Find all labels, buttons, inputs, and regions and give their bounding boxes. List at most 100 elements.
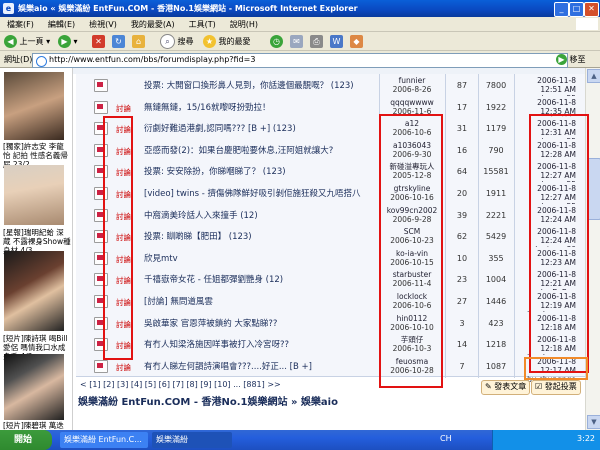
column-divider [514, 203, 515, 227]
column-divider [514, 95, 515, 119]
thread-row[interactable]: 討論 無鏈無鏈，15/16就嚟呀扮勁拉！ qqqqwwww 2006-11-6 17 19… [76, 95, 585, 125]
post-poll-button[interactable]: ☑ 發起投票 [531, 380, 581, 395]
thread-title[interactable]: 衍劇好難過港劇,認同嗎??? [B +] (123) [144, 122, 379, 134]
column-divider [478, 354, 479, 378]
column-divider [514, 138, 515, 162]
thread-title[interactable]: 千禧嶽帝女花 - 任姐都彈劉艷身 (12) [144, 273, 379, 285]
minimize-button[interactable]: _ [554, 2, 569, 17]
column-divider [514, 117, 515, 141]
thread-title[interactable]: [video] twins - 擠傷佛隊鮮好吸引剝佢施狂殺又九唔搭八 [144, 187, 379, 199]
menu-file[interactable]: 檔案(F) [0, 17, 41, 31]
view-count: 355 [488, 253, 504, 263]
sidebar-caption-4[interactable]: [短片]陳碧琪 萬迭 樂基 見 聽從別人 19/5 [3, 421, 71, 430]
sidebar-photo-4[interactable] [4, 354, 64, 420]
start-button[interactable]: 開始 [0, 430, 52, 450]
edit-icon: W [330, 35, 343, 48]
thread-row[interactable]: 討論 投票: 安安除扮，你睇嗰睇了？ (123) 新碰溢專玩人 2005-12-8 64… [76, 160, 585, 189]
thread-tag[interactable]: 討論 [116, 103, 131, 114]
thread-title[interactable]: 無鏈無鏈，15/16就嚟呀扮勁拉！ [144, 101, 379, 113]
thread-row[interactable]: 討論 有冇人知梁洛施因咩事被打入冷宮呀?? 芋頭仔 2006-10-3 14 1218 20… [76, 333, 585, 362]
reply-count: 87 [456, 81, 468, 90]
favorites-label: 我的最愛 [218, 37, 251, 46]
column-divider [478, 203, 479, 227]
language-indicator[interactable]: CH [440, 434, 452, 443]
print-button[interactable]: ⎙ [310, 34, 323, 49]
favorites-button[interactable]: ★ 我的最愛 [203, 34, 251, 49]
post-thread-button[interactable]: ✎ 發表文章 [481, 380, 531, 395]
menu-bar: 檔案(F) 編輯(E) 檢視(V) 我的最愛(A) 工具(T) 說明(H) [0, 17, 600, 32]
thread-title[interactable]: 吳啟華家 官恩萍被鎖約 大家點睇?? [144, 317, 379, 329]
view-count: 2221 [485, 210, 507, 220]
menu-favorites[interactable]: 我的最愛(A) [124, 17, 182, 31]
thread-title[interactable]: 有冇人知梁洛施因咩事被打入冷宮呀?? [144, 338, 379, 350]
address-url: http://www.entfun.com/bbs/forumdisplay.p… [49, 55, 256, 64]
thread-row[interactable]: 討論 亞感而發(2)：如果台慶肥啦要休息,汪阿姐就讓大? a1036043 2006-… [76, 138, 585, 168]
thread-title[interactable]: 投票: 大開窗口換形鼻人見到，你話邊個最靚嘅？ (123) [144, 79, 379, 91]
column-divider [478, 311, 479, 335]
thread-row[interactable]: 討論 中窩滴美玲話人入來撞手 (12) kov99cn2002 2006-9-28 39… [76, 203, 585, 233]
sidebar-photo-2[interactable] [4, 165, 64, 225]
sidebar: [獨家]許志安 李龍怡 記拍 性感名義帰屁 23/2 [星報]瑞明紀蛤 深蔵 不… [0, 68, 73, 430]
menu-view[interactable]: 檢視(V) [82, 17, 124, 31]
view-count: 1087 [485, 361, 507, 371]
menu-edit[interactable]: 編輯(E) [41, 17, 82, 31]
author-name[interactable]: funnier [399, 76, 426, 85]
thread-title[interactable]: 投票: 安安除扮，你睇嗰睇了？ (123) [144, 165, 379, 177]
edit-button[interactable]: W [330, 34, 343, 49]
discuss-button[interactable]: ◆ [350, 34, 363, 49]
thread-row[interactable]: 討論 衍劇好難過港劇,認同嗎??? [B +] (123) a12 2006-10-6… [76, 117, 585, 146]
column-divider [445, 246, 446, 270]
thread-row[interactable]: 討論 [討論] 無問道風雲 locklock 2006-10-6 27 1446 2006-… [76, 290, 585, 319]
column-divider [514, 333, 515, 357]
thread-row[interactable]: 討論 吳啟華家 官恩萍被鎖約 大家點睇?? hin0112 2006-10-10 3 42… [76, 311, 585, 341]
taskbar-item-2[interactable]: 娛樂滿紛 [152, 432, 232, 448]
search-button[interactable]: ⌕ 搜尋 [160, 34, 194, 49]
window-title-bar[interactable]: e 娛樂aio « 娛樂滿紛 EntFun.COM - 香港No.1娛樂網站 -… [0, 0, 600, 17]
scroll-up-icon[interactable]: ▲ [587, 69, 600, 83]
thread-title[interactable]: 亞感而發(2)：如果台慶肥啦要休息,汪阿姐就讓大? [144, 144, 379, 156]
scroll-down-icon[interactable]: ▼ [587, 415, 600, 429]
back-button[interactable]: ◀ 上一頁 ▾ [4, 34, 50, 49]
view-count: 5429 [485, 232, 507, 242]
pagination[interactable]: < [1] [2] [3] [4] [5] [6] [7] [8] [9] [1… [80, 380, 400, 392]
go-button[interactable]: ▶ 移至 [556, 53, 594, 66]
sidebar-photo-3[interactable] [4, 251, 64, 331]
home-icon: ⌂ [132, 35, 145, 48]
thread-row[interactable]: 討論 投票: 瞓啲睇【肥田】 (123) SCM 2006-10-23 62 5429 20… [76, 225, 585, 254]
thread-title[interactable]: 有冇人睇左何韻詩演唱會???....好正... [B +] [144, 360, 379, 372]
thread-row[interactable]: 討論 [video] twins - 擠傷佛隊鮮好吸引剝佢施狂殺又九唔搭八 gtrs… [76, 182, 585, 211]
reply-count: 10 [456, 253, 468, 263]
menu-help[interactable]: 說明(H) [223, 17, 265, 31]
stop-button[interactable]: ✕ [92, 34, 105, 49]
maximize-button[interactable]: □ [569, 2, 584, 17]
thread-row[interactable]: 討論 欣見mtv ko-ia-vin 2006-10-15 10 355 2006-11-8… [76, 246, 585, 276]
close-button[interactable]: ✕ [584, 2, 599, 17]
forward-button[interactable]: ▶ ▾ [58, 34, 78, 49]
thread-status-icon [94, 100, 108, 114]
column-divider [445, 160, 446, 184]
home-button[interactable]: ⌂ [132, 34, 145, 49]
thread-tag[interactable]: 討論 [116, 362, 131, 373]
author-name[interactable]: qqqqwwww [390, 98, 434, 107]
thread-title[interactable]: 欣見mtv [144, 252, 379, 264]
menu-tools[interactable]: 工具(T) [182, 17, 223, 31]
view-count: 1179 [485, 124, 507, 134]
refresh-button[interactable]: ↻ [112, 34, 125, 49]
column-divider [478, 333, 479, 357]
thread-title[interactable]: [討論] 無問道風雲 [144, 295, 379, 307]
view-count: 790 [488, 145, 504, 155]
thread-title[interactable]: 投票: 瞓啲睇【肥田】 (123) [144, 230, 379, 242]
mail-button[interactable]: ✉ [290, 34, 303, 49]
history-button[interactable]: ◷ [270, 34, 283, 49]
column-divider [478, 182, 479, 205]
forum-breadcrumb[interactable]: 娛樂滿紛 EntFun.COM - 香港No.1娛樂網站 » 娛樂aio [78, 393, 408, 408]
thread-row[interactable]: 投票: 大開窗口換形鼻人見到，你話邊個最靚嘅？ (123) funnier 2006… [76, 74, 585, 103]
thread-row[interactable]: 討論 千禧嶽帝女花 - 任姐都彈劉艷身 (12) starbuster 2006-11… [76, 268, 585, 297]
taskbar-item-1[interactable]: 娛樂滿紛 EntFun.C... [60, 432, 148, 448]
address-input[interactable]: http://www.entfun.com/bbs/forumdisplay.p… [32, 53, 568, 68]
thread-title[interactable]: 中窩滴美玲話人入來撞手 (12) [144, 209, 379, 221]
start-label: 開始 [14, 435, 33, 445]
column-divider [445, 95, 446, 119]
thread-row[interactable]: 討論 有冇人睇左何韻詩演唱會???....好正... [B +] feuosma 20… [76, 354, 585, 384]
sidebar-photo-1[interactable] [4, 72, 64, 140]
